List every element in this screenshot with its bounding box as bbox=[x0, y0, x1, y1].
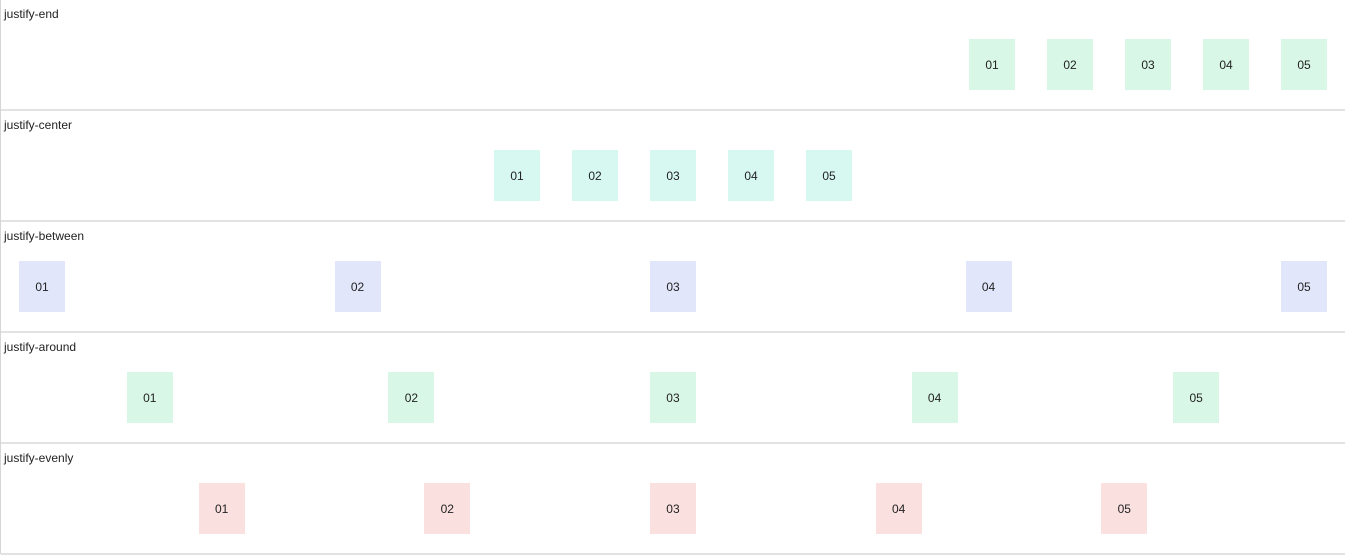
flex-row-justify-end: 01 02 03 04 05 bbox=[19, 39, 1327, 90]
flex-item-02: 02 bbox=[424, 483, 471, 534]
flex-item-05: 05 bbox=[1281, 261, 1327, 312]
flex-item-03: 03 bbox=[650, 150, 696, 201]
flex-item-02: 02 bbox=[572, 150, 618, 201]
flex-item-03: 03 bbox=[650, 261, 696, 312]
flex-item-03: 03 bbox=[649, 483, 696, 534]
flex-item-02: 02 bbox=[1047, 39, 1093, 90]
flex-item-01: 01 bbox=[494, 150, 540, 201]
flex-item-05: 05 bbox=[806, 150, 852, 201]
section-title: justify-around bbox=[4, 340, 77, 354]
flex-item-05: 05 bbox=[1281, 39, 1327, 90]
flex-row-justify-evenly: 01 02 03 04 05 bbox=[19, 483, 1327, 534]
section-justify-between: justify-between 01 02 03 04 05 bbox=[1, 222, 1345, 333]
flex-item-01: 01 bbox=[969, 39, 1015, 90]
section-title: justify-end bbox=[4, 7, 59, 21]
flex-item-04: 04 bbox=[728, 150, 774, 201]
justify-demo-page: justify-end 01 02 03 04 05 justify-cente… bbox=[0, 0, 1345, 555]
flex-item-03: 03 bbox=[1125, 39, 1171, 90]
section-justify-around: justify-around 01 02 03 04 05 bbox=[1, 333, 1345, 444]
flex-item-02: 02 bbox=[388, 372, 435, 423]
flex-item-01: 01 bbox=[19, 261, 65, 312]
section-title: justify-evenly bbox=[4, 451, 74, 465]
flex-row-justify-between: 01 02 03 04 05 bbox=[19, 261, 1327, 312]
flex-item-04: 04 bbox=[965, 261, 1012, 312]
flex-item-05: 05 bbox=[1173, 372, 1220, 423]
section-justify-end: justify-end 01 02 03 04 05 bbox=[1, 0, 1345, 111]
section-justify-center: justify-center 01 02 03 04 05 bbox=[1, 111, 1345, 222]
flex-row-justify-center: 01 02 03 04 05 bbox=[19, 150, 1327, 201]
flex-row-justify-around: 01 02 03 04 05 bbox=[19, 372, 1327, 423]
section-title: justify-between bbox=[4, 229, 85, 243]
flex-item-02: 02 bbox=[334, 261, 381, 312]
section-justify-evenly: justify-evenly 01 02 03 04 05 bbox=[1, 444, 1345, 555]
flex-item-03: 03 bbox=[649, 372, 696, 423]
flex-item-04: 04 bbox=[875, 483, 922, 534]
flex-item-01: 01 bbox=[198, 483, 245, 534]
flex-item-05: 05 bbox=[1101, 483, 1148, 534]
flex-item-01: 01 bbox=[126, 372, 173, 423]
flex-item-04: 04 bbox=[911, 372, 958, 423]
section-title: justify-center bbox=[4, 118, 73, 132]
flex-item-04: 04 bbox=[1203, 39, 1249, 90]
